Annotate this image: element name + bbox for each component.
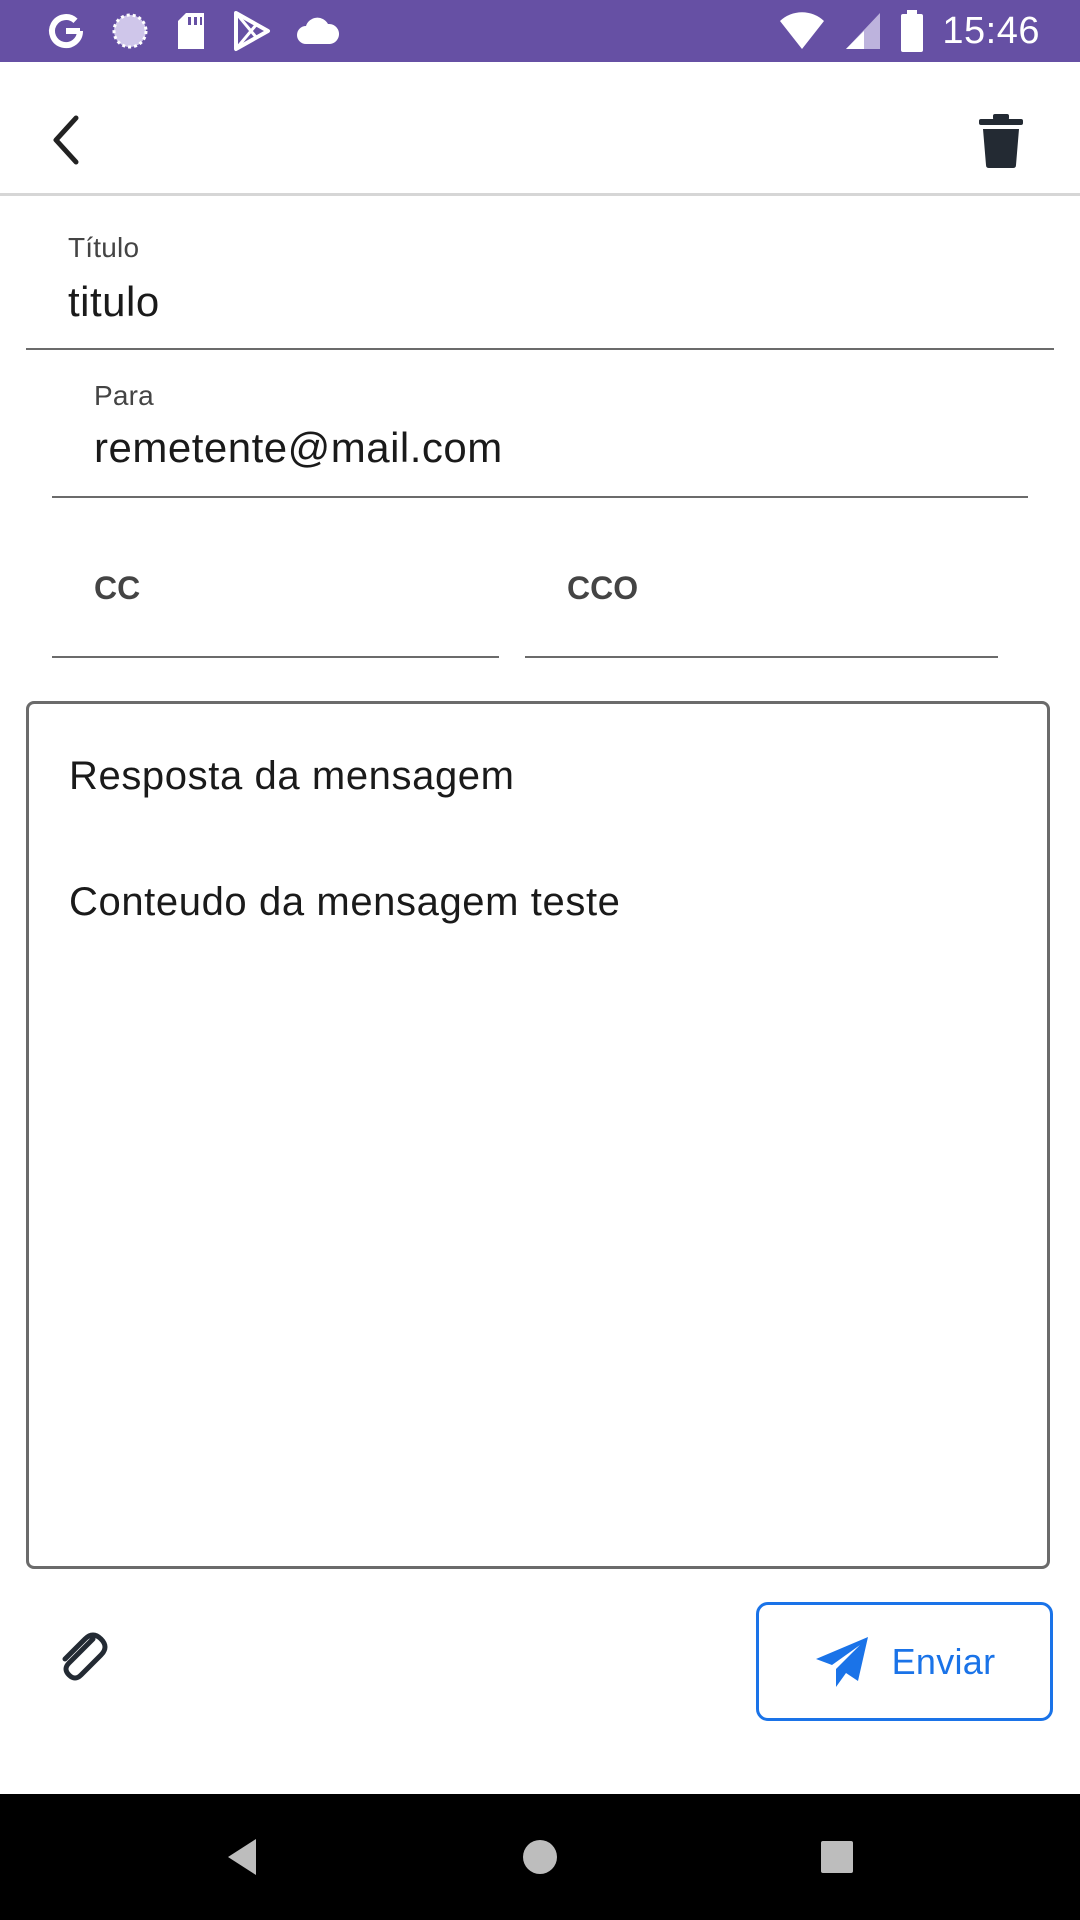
app-bar — [0, 62, 1080, 194]
status-bar-time: 15:46 — [942, 9, 1040, 52]
paperclip-icon — [62, 1632, 108, 1681]
delete-button[interactable] — [964, 104, 1038, 178]
system-navigation-bar — [0, 1794, 1080, 1920]
cc-input[interactable]: CC — [94, 570, 140, 607]
attach-button[interactable] — [46, 1620, 116, 1690]
app-bar-divider — [0, 193, 1080, 196]
status-bar-left-icons — [46, 0, 340, 62]
nav-back-button[interactable] — [182, 1794, 302, 1920]
status-bar: 15:46 — [0, 0, 1080, 62]
message-body-textarea[interactable]: Resposta da mensagem Conteudo da mensage… — [26, 701, 1050, 1569]
nav-back-icon — [228, 1839, 256, 1875]
sd-card-icon — [174, 0, 208, 62]
cloud-icon — [296, 0, 340, 62]
send-button[interactable]: Enviar — [756, 1602, 1053, 1721]
back-button[interactable] — [36, 100, 96, 180]
signal-icon — [844, 0, 882, 62]
title-input[interactable]: titulo — [68, 278, 160, 326]
title-input-underline — [26, 348, 1054, 350]
cc-input-underline — [52, 656, 499, 658]
play-store-icon — [232, 0, 272, 62]
chevron-left-icon — [53, 115, 79, 165]
nav-home-button[interactable] — [480, 1794, 600, 1920]
to-field-label: Para — [94, 380, 154, 411]
message-line: Conteudo da mensagem teste — [69, 880, 621, 924]
bcc-input[interactable]: CCO — [567, 570, 638, 607]
title-field-label: Título — [68, 232, 140, 263]
google-icon — [46, 0, 86, 62]
nav-recents-icon — [821, 1841, 853, 1873]
trash-icon — [979, 114, 1023, 168]
nav-recents-button[interactable] — [777, 1794, 897, 1920]
status-bar-right-icons: 15:46 — [778, 0, 1040, 62]
bcc-input-underline — [525, 656, 998, 658]
to-input[interactable]: remetente@mail.com — [94, 424, 503, 472]
nav-home-icon — [523, 1840, 557, 1874]
loading-circle-icon — [110, 0, 150, 62]
paper-plane-icon — [815, 1636, 868, 1687]
message-line: Resposta da mensagem — [69, 754, 515, 798]
send-button-label: Enviar — [891, 1640, 996, 1682]
battery-icon — [900, 0, 924, 62]
wifi-icon — [778, 0, 826, 62]
to-input-underline — [52, 496, 1028, 498]
